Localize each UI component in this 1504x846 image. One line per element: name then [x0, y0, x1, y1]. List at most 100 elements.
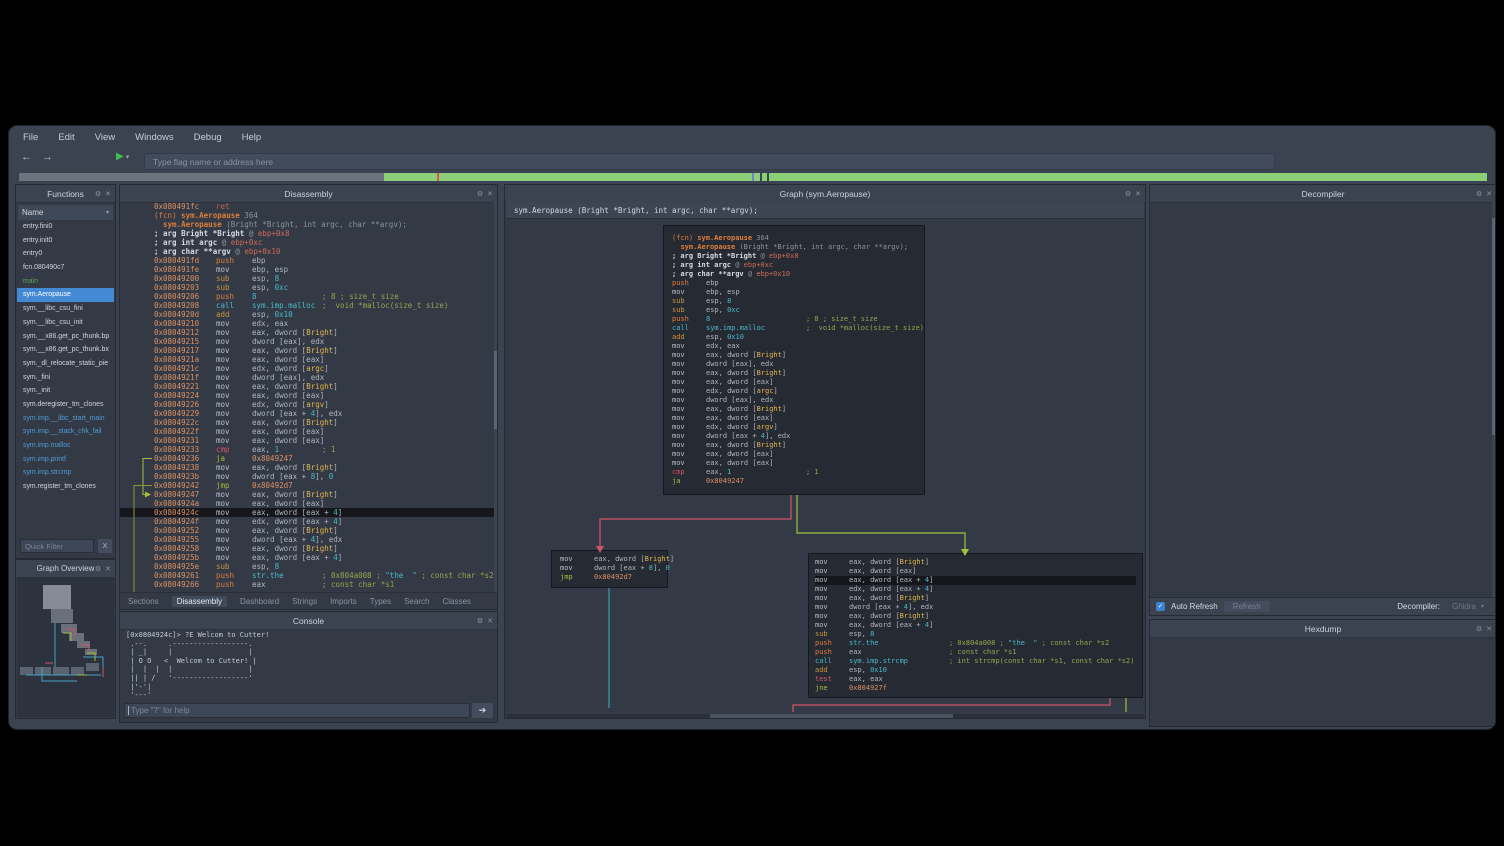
function-item[interactable]: sym.imp.strcmp: [17, 466, 114, 480]
asm-line[interactable]: 0x08049208callsym.imp.malloc; void *mall…: [120, 301, 497, 310]
console-panel-title[interactable]: Console ⚙✕: [120, 612, 497, 630]
asm-line[interactable]: 0x0804925bmoveax, dword [eax + 4]: [120, 553, 497, 562]
close-icon[interactable]: ✕: [105, 190, 111, 198]
asm-line[interactable]: (fcn) sym.Aeropause 364: [120, 211, 497, 220]
asm-line[interactable]: 0x08049210movedx, eax: [120, 319, 497, 328]
gear-icon[interactable]: ⚙: [1476, 625, 1482, 633]
close-icon[interactable]: ✕: [487, 190, 493, 198]
asm-line[interactable]: 0x08049238moveax, dword [Bright]: [120, 463, 497, 472]
asm-line[interactable]: moveax, dword [Bright]: [672, 351, 916, 360]
close-icon[interactable]: ✕: [1486, 625, 1492, 633]
function-item[interactable]: sym._dl_relocate_static_pie: [17, 357, 114, 371]
chevron-down-icon[interactable]: ▾: [126, 153, 130, 161]
function-item[interactable]: sym.__x86.get_pc_thunk.bx: [17, 343, 114, 357]
asm-line[interactable]: pushebp: [672, 279, 916, 288]
disassembly-scrollbar[interactable]: [494, 202, 497, 593]
function-item[interactable]: sym.deregister_tm_clones: [17, 398, 114, 412]
refresh-button[interactable]: Refresh: [1224, 601, 1270, 612]
asm-line[interactable]: moveax, dword [Bright]: [815, 558, 1136, 567]
back-icon[interactable]: ←: [21, 151, 32, 163]
asm-line[interactable]: ; arg int argc @ ebp+0xc: [672, 261, 916, 270]
asm-line[interactable]: 0x08049247moveax, dword [Bright]: [120, 490, 497, 499]
function-item[interactable]: sym._init: [17, 384, 114, 398]
menu-item-view[interactable]: View: [95, 132, 115, 143]
asm-line[interactable]: 0x0804924amoveax, dword [eax]: [120, 499, 497, 508]
asm-line[interactable]: subesp, 8: [672, 297, 916, 306]
decompiler-panel-title[interactable]: Decompiler ⚙✕: [1150, 185, 1496, 203]
asm-line[interactable]: 0x08049233cmpeax, 1; 1: [120, 445, 497, 454]
asm-line[interactable]: 0x08049206push8; 8 ; size_t size: [120, 292, 497, 301]
function-item[interactable]: sym.__x86.get_pc_thunk.bp: [17, 330, 114, 344]
graph-canvas[interactable]: (fcn) sym.Aeropause 364 sym.Aeropause (B…: [506, 218, 1144, 713]
asm-line[interactable]: testeax, eax: [815, 675, 1136, 684]
asm-line[interactable]: 0x08049224moveax, dword [eax]: [120, 391, 497, 400]
asm-line[interactable]: movdword [eax + 8], 0: [560, 564, 659, 573]
asm-line[interactable]: 0x080491fcret: [120, 202, 497, 211]
gear-icon[interactable]: ⚙: [477, 190, 483, 198]
graph-overview-title[interactable]: Graph Overview ⚙✕: [16, 560, 115, 578]
disassembly-panel-title[interactable]: Disassembly ⚙✕: [120, 185, 497, 203]
asm-line[interactable]: 0x0804921fmovdword [eax], edx: [120, 373, 497, 382]
asm-line[interactable]: 0x08049252moveax, dword [Bright]: [120, 526, 497, 535]
asm-line[interactable]: 0x0804924fmovedx, dword [eax + 4]: [120, 517, 497, 526]
console-send-button[interactable]: ➔: [472, 703, 493, 718]
asm-line[interactable]: movdword [eax], edx: [672, 360, 916, 369]
asm-line[interactable]: 0x0804924cmoveax, dword [eax + 4]: [120, 508, 497, 517]
decompiler-scrollbar[interactable]: [1492, 202, 1496, 597]
asm-line[interactable]: 0x0804921cmovedx, dword [argc]: [120, 364, 497, 373]
function-item[interactable]: sym.imp.malloc: [17, 439, 114, 453]
asm-line[interactable]: movedx, eax: [672, 342, 916, 351]
asm-line[interactable]: movdword [eax + 4], edx: [815, 603, 1136, 612]
asm-line[interactable]: moveax, dword [eax]: [672, 459, 916, 468]
function-item[interactable]: sym._fini: [17, 371, 114, 385]
asm-line[interactable]: 0x08049266pusheax; const char *s1: [120, 580, 497, 589]
asm-line[interactable]: ; arg Bright *Bright @ ebp+0x8: [672, 252, 916, 261]
debug-start-button[interactable]: ▶▾: [116, 151, 129, 162]
asm-line[interactable]: 0x08049200subesp, 8: [120, 274, 497, 283]
functions-panel-title[interactable]: Functions ⚙✕: [16, 185, 115, 203]
asm-line[interactable]: 0x08049226movedx, dword [argv]: [120, 400, 497, 409]
quick-filter-clear-button[interactable]: X: [98, 539, 112, 553]
tab-dashboard[interactable]: Dashboard: [240, 597, 279, 606]
asm-line[interactable]: movedx, dword [argc]: [672, 387, 916, 396]
menu-item-help[interactable]: Help: [242, 132, 262, 143]
asm-line[interactable]: (fcn) sym.Aeropause 364: [672, 234, 916, 243]
asm-line[interactable]: addesp, 0x10: [672, 333, 916, 342]
gear-icon[interactable]: ⚙: [1125, 190, 1131, 198]
asm-line[interactable]: ; arg char **argv @ ebp+0x10: [120, 247, 497, 256]
gear-icon[interactable]: ⚙: [95, 190, 101, 198]
quick-filter-input[interactable]: Quick Filter: [20, 539, 94, 553]
asm-line[interactable]: 0x08049236ja0x8049247: [120, 454, 497, 463]
asm-line[interactable]: moveax, dword [eax]: [672, 378, 916, 387]
asm-line[interactable]: moveax, dword [Bright]: [672, 369, 916, 378]
asm-line[interactable]: moveax, dword [Bright]: [560, 555, 659, 564]
menu-item-windows[interactable]: Windows: [135, 132, 174, 143]
graph-panel-title[interactable]: Graph (sym.Aeropause) ⚙✕: [505, 185, 1145, 203]
asm-line[interactable]: pusheax; const char *s1: [815, 648, 1136, 657]
asm-line[interactable]: moveax, dword [Bright]: [672, 405, 916, 414]
asm-line[interactable]: movedx, dword [eax + 4]: [815, 585, 1136, 594]
tab-classes[interactable]: Classes: [442, 597, 470, 606]
menu-item-debug[interactable]: Debug: [194, 132, 222, 143]
hexdump-panel-title[interactable]: Hexdump ⚙✕: [1150, 620, 1496, 638]
menu-item-edit[interactable]: Edit: [58, 132, 74, 143]
asm-line[interactable]: 0x08049231moveax, dword [eax]: [120, 436, 497, 445]
close-icon[interactable]: ✕: [1486, 190, 1492, 198]
console-input[interactable]: Type "?" for help: [124, 703, 470, 718]
asm-line[interactable]: moveax, dword [Bright]: [815, 612, 1136, 621]
asm-line[interactable]: 0x08049221moveax, dword [Bright]: [120, 382, 497, 391]
function-item[interactable]: sym.imp.__libc_start_main: [17, 412, 114, 426]
function-item[interactable]: sym.imp.printf: [17, 453, 114, 467]
function-item[interactable]: entry.init0: [17, 234, 114, 248]
function-item[interactable]: entry.fini0: [17, 220, 114, 234]
asm-line[interactable]: 0x08049229movdword [eax + 4], edx: [120, 409, 497, 418]
decompiler-engine-select[interactable]: Ghidra▾: [1446, 601, 1490, 612]
function-item[interactable]: fcn.080490c7: [17, 261, 114, 275]
asm-line[interactable]: ; arg int argc @ ebp+0xc: [120, 238, 497, 247]
asm-line[interactable]: sym.Aeropause (Bright *Bright, int argc,…: [672, 243, 916, 252]
graph-node-false-branch[interactable]: moveax, dword [Bright]movdword [eax + 8]…: [551, 550, 668, 588]
asm-line[interactable]: 0x08049242jmp0x80492d7: [120, 481, 497, 490]
asm-line[interactable]: ; arg char **argv @ ebp+0x10: [672, 270, 916, 279]
asm-line[interactable]: movedx, dword [argv]: [672, 423, 916, 432]
function-item[interactable]: entry0: [17, 247, 114, 261]
